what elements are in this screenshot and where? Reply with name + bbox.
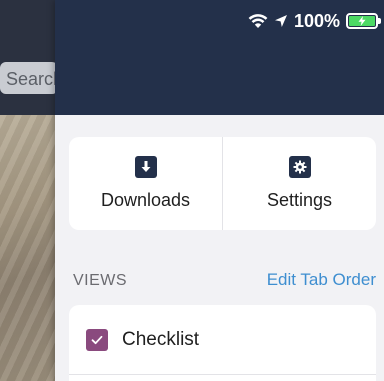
background-app: Search [0, 0, 55, 381]
views-list: Checklist [69, 305, 376, 381]
location-arrow-icon [274, 14, 288, 28]
views-section-title: VIEWS [73, 272, 128, 289]
settings-label: Settings [266, 190, 333, 210]
status-bar: 100% [248, 9, 381, 33]
download-icon [134, 156, 157, 178]
edit-tab-order-link[interactable]: Edit Tab Order [267, 270, 376, 290]
checkbox-checked[interactable] [86, 328, 108, 351]
actions-card: Downloads Settings [69, 137, 376, 230]
checkmark-icon [91, 335, 103, 344]
side-panel: 100% Downloads Settings VIEWS Edit Tab O… [55, 0, 384, 381]
views-section-header: VIEWS Edit Tab Order [73, 270, 376, 290]
background-search-field[interactable]: Search [0, 62, 55, 94]
view-item-label: Checklist [122, 328, 200, 350]
downloads-label: Downloads [100, 190, 191, 210]
wifi-icon [248, 13, 268, 29]
battery-charging-icon [346, 13, 381, 29]
settings-button[interactable]: Settings [222, 137, 376, 230]
gear-icon [288, 156, 311, 178]
background-map [0, 115, 55, 381]
downloads-button[interactable]: Downloads [69, 137, 222, 230]
view-item-checklist[interactable]: Checklist [69, 305, 376, 375]
panel-header: 100% [55, 0, 384, 115]
background-search-placeholder: Search [6, 69, 55, 89]
background-app-header [0, 0, 55, 115]
battery-percent: 100% [293, 10, 340, 31]
